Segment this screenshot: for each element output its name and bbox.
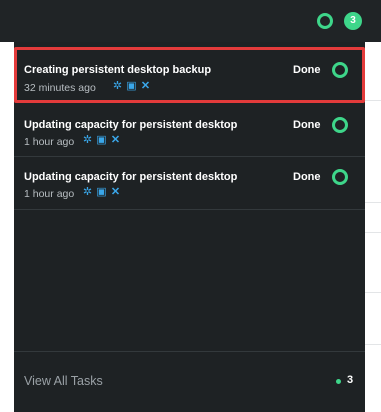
task-count-badge[interactable]: 3	[344, 12, 362, 30]
gear-icon[interactable]: ✲	[112, 81, 123, 92]
tasks-dropdown-panel: Creating persistent desktop backup 32 mi…	[14, 42, 365, 412]
gear-icon[interactable]: ✲	[82, 135, 93, 146]
footer-task-count: 3	[347, 374, 354, 386]
background-divider	[365, 292, 381, 293]
background-divider	[365, 344, 381, 345]
background-divider	[365, 202, 381, 203]
background-divider	[365, 232, 381, 233]
status-dot-icon	[336, 379, 341, 384]
task-status: Done	[293, 171, 321, 183]
task-title: Updating capacity for persistent desktop	[24, 171, 238, 183]
close-icon[interactable]: ✕	[140, 81, 151, 92]
done-ring-icon	[332, 169, 348, 185]
task-status: Done	[293, 64, 321, 76]
task-title: Updating capacity for persistent desktop	[24, 119, 238, 131]
background-divider	[365, 100, 381, 101]
task-status: Done	[293, 119, 321, 131]
task-time: 1 hour ago	[24, 136, 75, 148]
top-bar: 3	[0, 0, 381, 42]
view-all-tasks-link[interactable]: View All Tasks	[24, 374, 103, 388]
close-icon[interactable]: ✕	[110, 135, 121, 146]
task-time: 32 minutes ago	[24, 82, 96, 94]
window-icon[interactable]: ▣	[96, 187, 107, 198]
task-title: Creating persistent desktop backup	[24, 64, 212, 76]
panel-footer: View All Tasks 3	[14, 351, 365, 412]
close-icon[interactable]: ✕	[110, 187, 121, 198]
window-icon[interactable]: ▣	[126, 81, 137, 92]
window-icon[interactable]: ▣	[96, 135, 107, 146]
task-item[interactable]: Updating capacity for persistent desktop…	[14, 104, 365, 157]
task-time: 1 hour ago	[24, 188, 75, 200]
status-ring-icon[interactable]	[317, 13, 333, 29]
done-ring-icon	[332, 62, 348, 78]
done-ring-icon	[332, 117, 348, 133]
gear-icon[interactable]: ✲	[82, 187, 93, 198]
task-item[interactable]: Creating persistent desktop backup 32 mi…	[14, 47, 365, 103]
task-item[interactable]: Updating capacity for persistent desktop…	[14, 157, 365, 210]
